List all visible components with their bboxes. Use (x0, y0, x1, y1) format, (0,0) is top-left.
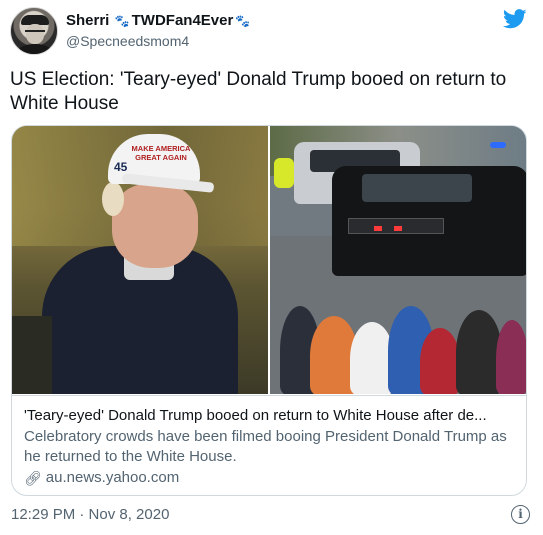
cap-number: 45 (114, 160, 128, 174)
twitter-bird-icon[interactable] (503, 9, 527, 29)
tweet-timestamp[interactable]: 12:29 PM · Nov 8, 2020 (11, 506, 169, 523)
fandom-label: TWDFan4Ever (131, 12, 234, 29)
card-body[interactable]: 'Teary-eyed' Donald Trump booed on retur… (12, 395, 526, 495)
card-media[interactable]: MAKE AMERICA GREAT AGAIN 45 (12, 126, 526, 394)
photo-motorcade-crowd (270, 126, 526, 394)
tweet-text: US Election: 'Teary-eyed' Donald Trump b… (10, 69, 507, 114)
paw-icon: 🐾 (111, 13, 130, 28)
display-name-text: Sherri (66, 12, 110, 29)
avatar[interactable] (10, 7, 58, 55)
link-card[interactable]: MAKE AMERICA GREAT AGAIN 45 'Teary-eyed'… (11, 125, 527, 496)
link-icon: 🔗︎ (24, 470, 42, 486)
author-handle[interactable]: @Specneedsmom4 (66, 33, 252, 49)
card-domain-text: au.news.yahoo.com (45, 469, 180, 486)
card-domain[interactable]: 🔗︎ au.news.yahoo.com (24, 468, 516, 488)
photo-trump-cap: MAKE AMERICA GREAT AGAIN 45 (12, 126, 268, 394)
cap-slogan: MAKE AMERICA GREAT AGAIN (131, 144, 191, 162)
card-title[interactable]: 'Teary-eyed' Donald Trump booed on retur… (24, 406, 516, 426)
author-names[interactable]: Sherri 🐾 TWDFan4Ever 🐾 @Specneedsmom4 (66, 12, 252, 49)
info-icon[interactable]: i (511, 505, 530, 524)
display-name[interactable]: Sherri 🐾 TWDFan4Ever 🐾 (66, 12, 252, 29)
tweet-header: Sherri 🐾 TWDFan4Ever 🐾 @Specneedsmom4 (10, 7, 533, 59)
card-description: Celebratory crowds have been filmed booi… (24, 428, 507, 465)
paw-icon: 🐾 (235, 13, 251, 28)
